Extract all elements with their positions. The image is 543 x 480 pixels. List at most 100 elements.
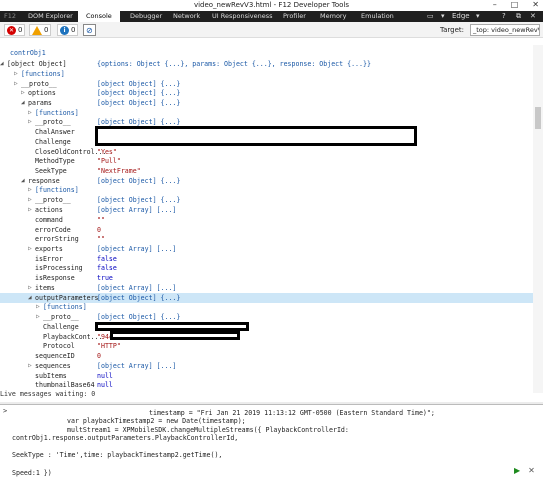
errors-filter[interactable]: ✕ 0 bbox=[4, 24, 26, 36]
expand-arrow-icon[interactable]: ▷ bbox=[28, 196, 32, 203]
tab-memory[interactable]: Memory bbox=[320, 12, 346, 20]
tree-key: response bbox=[28, 177, 60, 185]
tab-ui-responsiveness[interactable]: UI Responsiveness bbox=[212, 12, 273, 20]
tree-key: __proto__ bbox=[35, 118, 71, 126]
console-input[interactable]: > timestamp = "Fri Jan 21 2019 11:13:12 … bbox=[0, 404, 543, 480]
window-titlebar: video_newRevV3.html - F12 Developer Tool… bbox=[0, 0, 543, 11]
live-messages-status: Live messages waiting: 0 bbox=[0, 390, 96, 398]
tree-value: false bbox=[97, 255, 117, 263]
info-count: 0 bbox=[71, 26, 76, 34]
scrollbar-thumb[interactable] bbox=[535, 107, 541, 129]
edge-dropdown[interactable]: Edge bbox=[452, 12, 470, 20]
tree-key: [functions] bbox=[35, 109, 79, 117]
clear-console-button[interactable]: ⊘ bbox=[83, 24, 96, 36]
tree-row: Protocol "HTTP" bbox=[0, 342, 533, 352]
tree-key: Challenge bbox=[43, 323, 79, 331]
expand-arrow-icon[interactable]: ▷ bbox=[28, 206, 32, 213]
tree-row[interactable]: ▷ options [object Object] {...} bbox=[0, 89, 533, 99]
tree-row: command "" bbox=[0, 216, 533, 226]
expand-arrow-icon[interactable]: ▷ bbox=[28, 109, 32, 116]
expand-arrow-icon[interactable]: ▷ bbox=[28, 284, 32, 291]
dropdown-arrow-icon[interactable]: ▾ bbox=[476, 12, 480, 20]
collapse-arrow-icon[interactable]: ◢ bbox=[0, 60, 4, 67]
collapse-arrow-icon[interactable]: ◢ bbox=[21, 99, 25, 106]
target-select[interactable]: _top: video_newRevV3.h bbox=[470, 24, 540, 36]
tree-row[interactable]: ◢ [object Object] {options: Object {...}, … bbox=[0, 60, 533, 70]
tree-row[interactable]: ▷ __proto__ [object Object] {...} bbox=[0, 196, 533, 206]
expand-arrow-icon[interactable]: ▷ bbox=[14, 80, 18, 87]
tree-key: [object Object] bbox=[7, 60, 67, 68]
expand-arrow-icon[interactable]: ▷ bbox=[36, 303, 40, 310]
tree-key: PlaybackCont... bbox=[43, 333, 103, 341]
tree-row: isProcessing false bbox=[0, 264, 533, 274]
tab-debugger[interactable]: Debugger bbox=[130, 12, 162, 20]
expand-arrow-icon[interactable]: ▷ bbox=[28, 245, 32, 252]
tree-row[interactable]: ▷ exports [object Array] [...] bbox=[0, 245, 533, 255]
tree-value: {options: Object {...}, params: Object {… bbox=[97, 60, 371, 68]
f12-label: F12 bbox=[4, 12, 17, 20]
tab-emulation[interactable]: Emulation bbox=[361, 12, 394, 20]
tab-profiler[interactable]: Profiler bbox=[283, 12, 306, 20]
tree-key: actions bbox=[35, 206, 63, 214]
tree-key: CloseOldControl... bbox=[35, 148, 107, 156]
tree-value: "NextFrame" bbox=[97, 167, 141, 175]
redaction-box bbox=[95, 322, 249, 331]
tree-value: true bbox=[97, 274, 113, 282]
expand-arrow-icon[interactable]: ▷ bbox=[28, 118, 32, 125]
tree-value: [object Object] {...} bbox=[97, 80, 181, 88]
warnings-filter[interactable]: 0 bbox=[29, 24, 52, 36]
tab-dom-explorer[interactable]: DOM Explorer bbox=[28, 12, 73, 20]
tree-row: isResponse true bbox=[0, 274, 533, 284]
help-icon[interactable]: ? bbox=[502, 12, 506, 20]
tree-value: "" bbox=[97, 235, 105, 243]
tree-row: MethodType "Pull" bbox=[0, 157, 533, 167]
tree-key: Challenge bbox=[35, 138, 71, 146]
run-icon[interactable]: ▶ bbox=[514, 466, 520, 475]
minimize-button[interactable]: – bbox=[493, 0, 497, 9]
edge-label: Edge bbox=[452, 12, 470, 20]
screen-icon[interactable]: ▭ bbox=[427, 12, 434, 20]
warning-count: 0 bbox=[44, 26, 49, 34]
expand-arrow-icon[interactable]: ▷ bbox=[28, 362, 32, 369]
tree-row[interactable]: ▷ items [object Array] [...] bbox=[0, 284, 533, 294]
maximize-button[interactable]: □ bbox=[511, 0, 519, 9]
collapse-arrow-icon[interactable]: ◢ bbox=[28, 294, 32, 301]
collapse-arrow-icon[interactable]: ◢ bbox=[21, 177, 25, 184]
expand-arrow-icon[interactable]: ▷ bbox=[21, 89, 25, 96]
tree-key: __proto__ bbox=[43, 313, 79, 321]
tree-row[interactable]: ▷ [functions] bbox=[0, 70, 533, 80]
tree-row[interactable]: ▷ __proto__ [object Object] {...} bbox=[0, 313, 533, 323]
tree-row[interactable]: ▷ actions [object Array] [...] bbox=[0, 206, 533, 216]
expand-arrow-icon[interactable]: ▷ bbox=[28, 186, 32, 193]
dropdown-icon[interactable]: ▾ bbox=[441, 12, 445, 20]
tree-key: __proto__ bbox=[35, 196, 71, 204]
tab-console[interactable]: Console bbox=[78, 11, 120, 22]
clear-icon: ⊘ bbox=[86, 25, 93, 35]
tree-value: null bbox=[97, 381, 113, 389]
tree-row[interactable]: ▷ [functions] bbox=[0, 303, 533, 313]
close-devtools-icon[interactable]: ✕ bbox=[530, 12, 536, 20]
tree-value: [object Object] {...} bbox=[97, 196, 181, 204]
console-output: contrObj1 ◢ [object Object] {options: Objec… bbox=[0, 45, 533, 390]
expand-arrow-icon[interactable]: ▷ bbox=[14, 70, 18, 77]
tree-value: [object Object] {...} bbox=[97, 99, 181, 107]
clear-input-icon[interactable]: ✕ bbox=[528, 466, 535, 475]
window-title: video_newRevV3.html - F12 Developer Tool… bbox=[193, 1, 350, 9]
dock-icon[interactable]: ⧉ bbox=[516, 12, 521, 21]
window-controls: – □ ✕ bbox=[493, 0, 539, 9]
tree-row[interactable]: ▷ sequences [object Array] [...] bbox=[0, 362, 533, 372]
tree-key: sequenceID bbox=[35, 352, 75, 360]
expand-arrow-icon[interactable]: ▷ bbox=[36, 313, 40, 320]
console-toolbar: ✕ 0 0 i 0 ⊘ Target: _top: video_newRevV3… bbox=[0, 22, 543, 38]
tree-value: "Pull" bbox=[97, 157, 121, 165]
tree-row[interactable]: ▷ [functions] bbox=[0, 186, 533, 196]
tab-network[interactable]: Network bbox=[173, 12, 200, 20]
close-button[interactable]: ✕ bbox=[532, 0, 539, 9]
info-filter[interactable]: i 0 bbox=[57, 24, 79, 36]
tree-value: [object Array] [...] bbox=[97, 362, 177, 370]
tree-row[interactable]: ◢ params [object Object] {...} bbox=[0, 99, 533, 109]
output-scrollbar[interactable] bbox=[533, 45, 543, 393]
tree-key: isError bbox=[35, 255, 63, 263]
tree-key: sequences bbox=[35, 362, 71, 370]
tree-value: [object Object] {...} bbox=[97, 294, 181, 302]
